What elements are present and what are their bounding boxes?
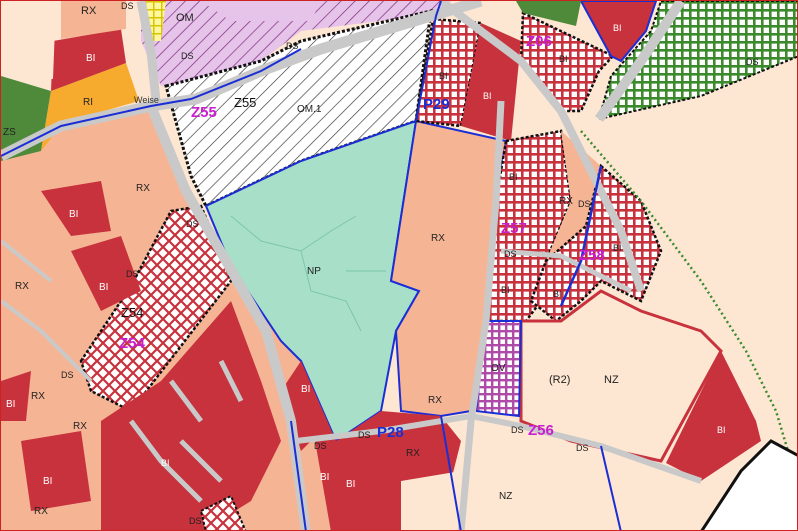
label-ds-6: DS [61,370,74,380]
label-bi-z06: BI [559,54,568,64]
label-rx-5: RX [73,421,87,432]
label-p29: P29 [423,96,450,113]
label-ds-ne: DS [746,57,759,67]
label-z58: Z58 [579,247,605,264]
label-ds-1: DS [121,1,134,11]
label-ds-8: DS [511,425,524,435]
label-om: OM [176,12,194,24]
label-bi-w4: BI [43,476,52,487]
label-ri: RI [83,97,93,108]
label-z56: Z56 [528,422,554,439]
bi-block-w4 [21,431,91,511]
label-bi-nw: BI [86,53,95,64]
label-z06: Z06 [526,33,552,50]
label-bi-s2: BI [320,472,329,483]
label-bi-p29a: BI [439,71,448,81]
label-z57: Z57 [501,220,527,237]
label-rx-1: RX [81,5,97,17]
label-rx-center: RX [431,233,445,244]
label-rx-center2: RX [428,395,442,406]
label-bi-w3: BI [6,399,15,410]
label-ds-2: DS [286,41,299,51]
label-r2: (R2) [549,374,570,386]
label-ds-z57: DS [578,199,591,209]
label-rx-4: RX [31,391,45,402]
label-p28: P28 [377,424,404,441]
label-bi-ne: BI [613,23,622,33]
label-z54: Z54 [119,335,146,352]
label-om1: OM.1 [297,104,322,115]
label-ds-10: DS [358,430,371,440]
label-rx-3: RX [15,281,29,292]
label-bi-sw: BI [161,458,170,468]
label-nz-r2: NZ [604,374,619,386]
label-ds-12: DS [189,516,202,526]
label-bi-s3: BI [346,479,355,490]
label-np: NP [307,266,321,277]
label-bi-s: BI [301,384,310,395]
label-bi-w2: BI [99,282,108,293]
label-bi-z57a: BI [509,172,518,182]
label-rx-s: RX [406,448,420,459]
label-z54-black: Z54 [121,305,143,320]
label-bi-z57b: BI [501,285,510,295]
label-ds-7: DS [504,249,517,259]
label-rx-z57: RX [559,196,573,207]
nz-area-nw [1,1,56,79]
label-ov: OV [491,363,506,374]
label-ds-5: DS [126,269,139,279]
label-rx-6: RX [34,506,48,517]
label-street: Weise [134,95,159,105]
label-ds-3: DS [181,51,194,61]
label-ds-4: DS [186,219,199,229]
label-z55-black: Z55 [234,95,256,110]
land-use-map: RX DS OM BI RI ZS Weise DS DS Z55 Z55 OM… [0,0,798,531]
label-bi-p29b: BI [483,91,492,101]
label-ds-11: DS [314,441,327,451]
label-rx-2: RX [136,183,150,194]
label-z55: Z55 [191,104,217,121]
label-bi-w1: BI [69,209,78,220]
label-bi-east: BI [717,425,726,435]
label-bi-z57c: BI [553,289,562,299]
label-bi-z58: BI [613,243,622,253]
map-canvas: RX DS OM BI RI ZS Weise DS DS Z55 Z55 OM… [1,1,797,530]
label-nz-s: NZ [499,491,512,502]
label-zs: ZS [3,127,16,138]
label-ds-9: DS [576,443,589,453]
